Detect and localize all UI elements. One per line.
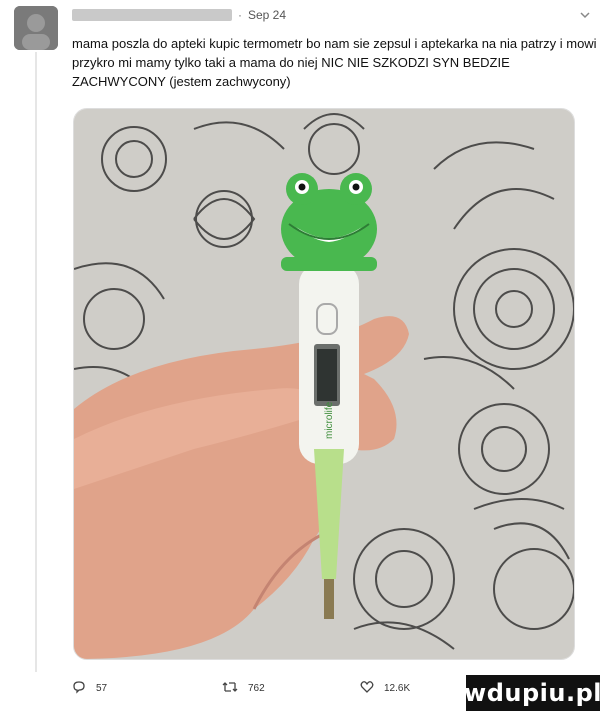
- heart-icon: [360, 680, 374, 697]
- reply-count: 57: [96, 682, 108, 694]
- retweet-button[interactable]: 762: [222, 680, 265, 697]
- separator-dot: ·: [238, 8, 242, 22]
- chevron-down-icon[interactable]: [580, 9, 590, 23]
- retweet-icon: [222, 680, 238, 697]
- retweet-count: 762: [248, 682, 265, 694]
- tweet-date[interactable]: Sep 24: [248, 8, 286, 22]
- tweet-text: mama poszla do apteki kupic termometr bo…: [72, 36, 597, 89]
- reply-icon: [72, 680, 86, 697]
- tweet-actions: 57 762 12.6K: [72, 676, 505, 700]
- avatar-image: [14, 6, 58, 50]
- tweet-photo[interactable]: microlife: [73, 108, 575, 660]
- like-button[interactable]: 12.6K: [360, 680, 410, 697]
- photo-thermometer: microlife: [74, 109, 574, 659]
- like-count: 12.6K: [384, 682, 411, 694]
- site-watermark: wdupiu.pl: [464, 675, 600, 711]
- tweet-card: · Sep 24 mama poszla do apteki kupic ter…: [0, 0, 600, 711]
- tweet-header: · Sep 24: [72, 6, 592, 24]
- thermometer-brand-text: microlife: [324, 401, 335, 439]
- avatar[interactable]: [14, 6, 58, 50]
- reply-button[interactable]: 57: [72, 680, 107, 697]
- thread-line: [35, 52, 37, 672]
- redacted-username[interactable]: [72, 9, 232, 21]
